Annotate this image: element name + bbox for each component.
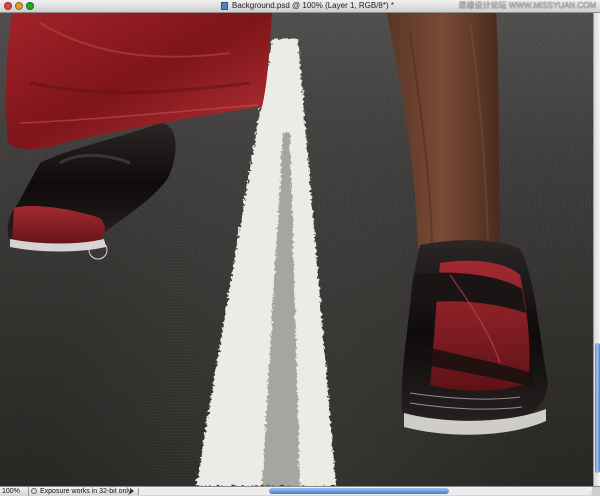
info-icon[interactable]	[31, 488, 37, 494]
site-watermark: 思缘设计论坛 WWW.MISSYUAN.COM	[458, 1, 596, 10]
minimize-button[interactable]	[15, 2, 23, 10]
vertical-scrollbar[interactable]	[593, 13, 600, 486]
psd-document-icon	[221, 2, 228, 10]
photo-artwork	[0, 13, 593, 486]
window-title: Background.psd @ 100% (Layer 1, RGB/8*) …	[232, 1, 394, 10]
status-menu-arrow-icon[interactable]	[130, 488, 134, 494]
vertical-scroll-thumb[interactable]	[595, 343, 600, 473]
close-button[interactable]	[4, 2, 12, 10]
resize-grip-icon[interactable]	[592, 487, 600, 496]
title-bar[interactable]: Background.psd @ 100% (Layer 1, RGB/8*) …	[0, 0, 600, 13]
zoom-level-field[interactable]: 100%	[2, 487, 29, 496]
horizontal-scroll-thumb[interactable]	[269, 488, 449, 494]
zoom-button[interactable]	[26, 2, 34, 10]
status-bar: 100% Exposure works in 32-bit only	[0, 486, 600, 496]
horizontal-scrollbar[interactable]	[138, 488, 590, 495]
status-message: Exposure works in 32-bit only	[40, 488, 132, 495]
document-canvas[interactable]	[0, 13, 593, 486]
photoshop-document-window: Background.psd @ 100% (Layer 1, RGB/8*) …	[0, 0, 600, 496]
